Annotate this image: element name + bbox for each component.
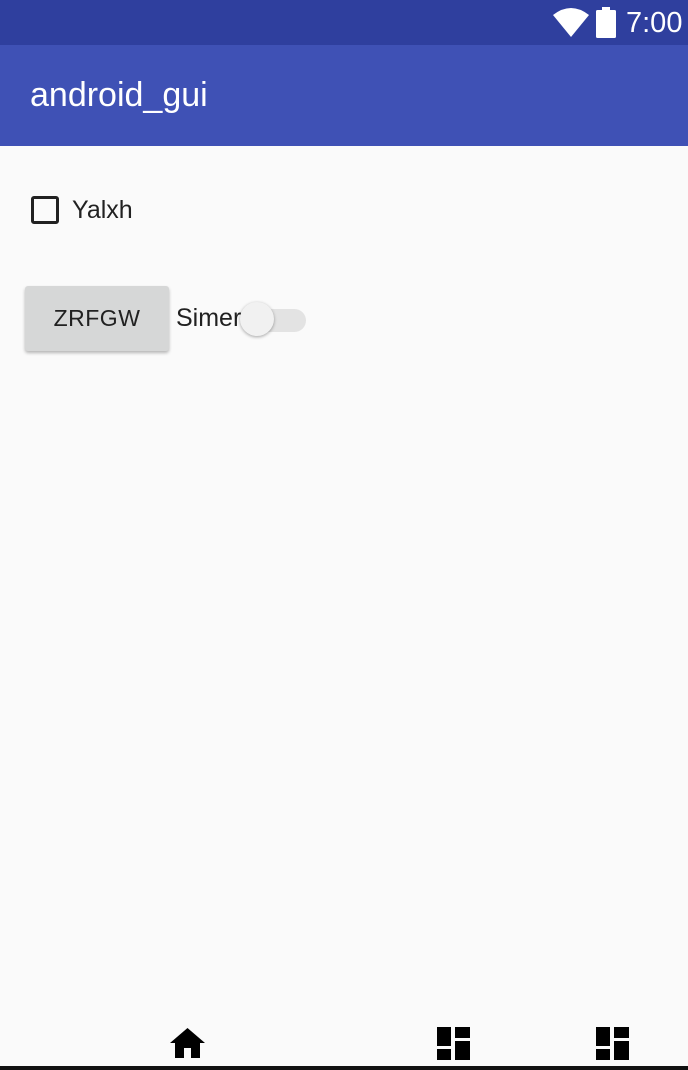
battery-icon [596,7,616,38]
zrfgw-button[interactable]: ZRFGW [25,286,169,351]
home-icon[interactable] [169,1027,206,1059]
app-bar: android_gui [0,45,688,146]
status-time: 7:00 [626,7,683,39]
simer-switch[interactable] [240,301,308,337]
wifi-icon [553,8,589,37]
dashboard-icon[interactable] [437,1027,470,1060]
status-bar: 7:00 [0,0,688,45]
switch-thumb[interactable] [240,302,274,336]
switch-label: Simer [176,304,242,332]
checkbox-yalxh[interactable]: Yalxh [24,188,133,232]
app-title: android_gui [30,76,208,114]
navigation-bar [0,1020,688,1070]
checkbox-box[interactable] [31,196,59,224]
checkbox-label: Yalxh [72,195,133,224]
content-area: Yalxh ZRFGW Simer [0,146,688,1036]
nav-divider [0,1066,688,1070]
dashboard-icon[interactable] [596,1027,629,1060]
